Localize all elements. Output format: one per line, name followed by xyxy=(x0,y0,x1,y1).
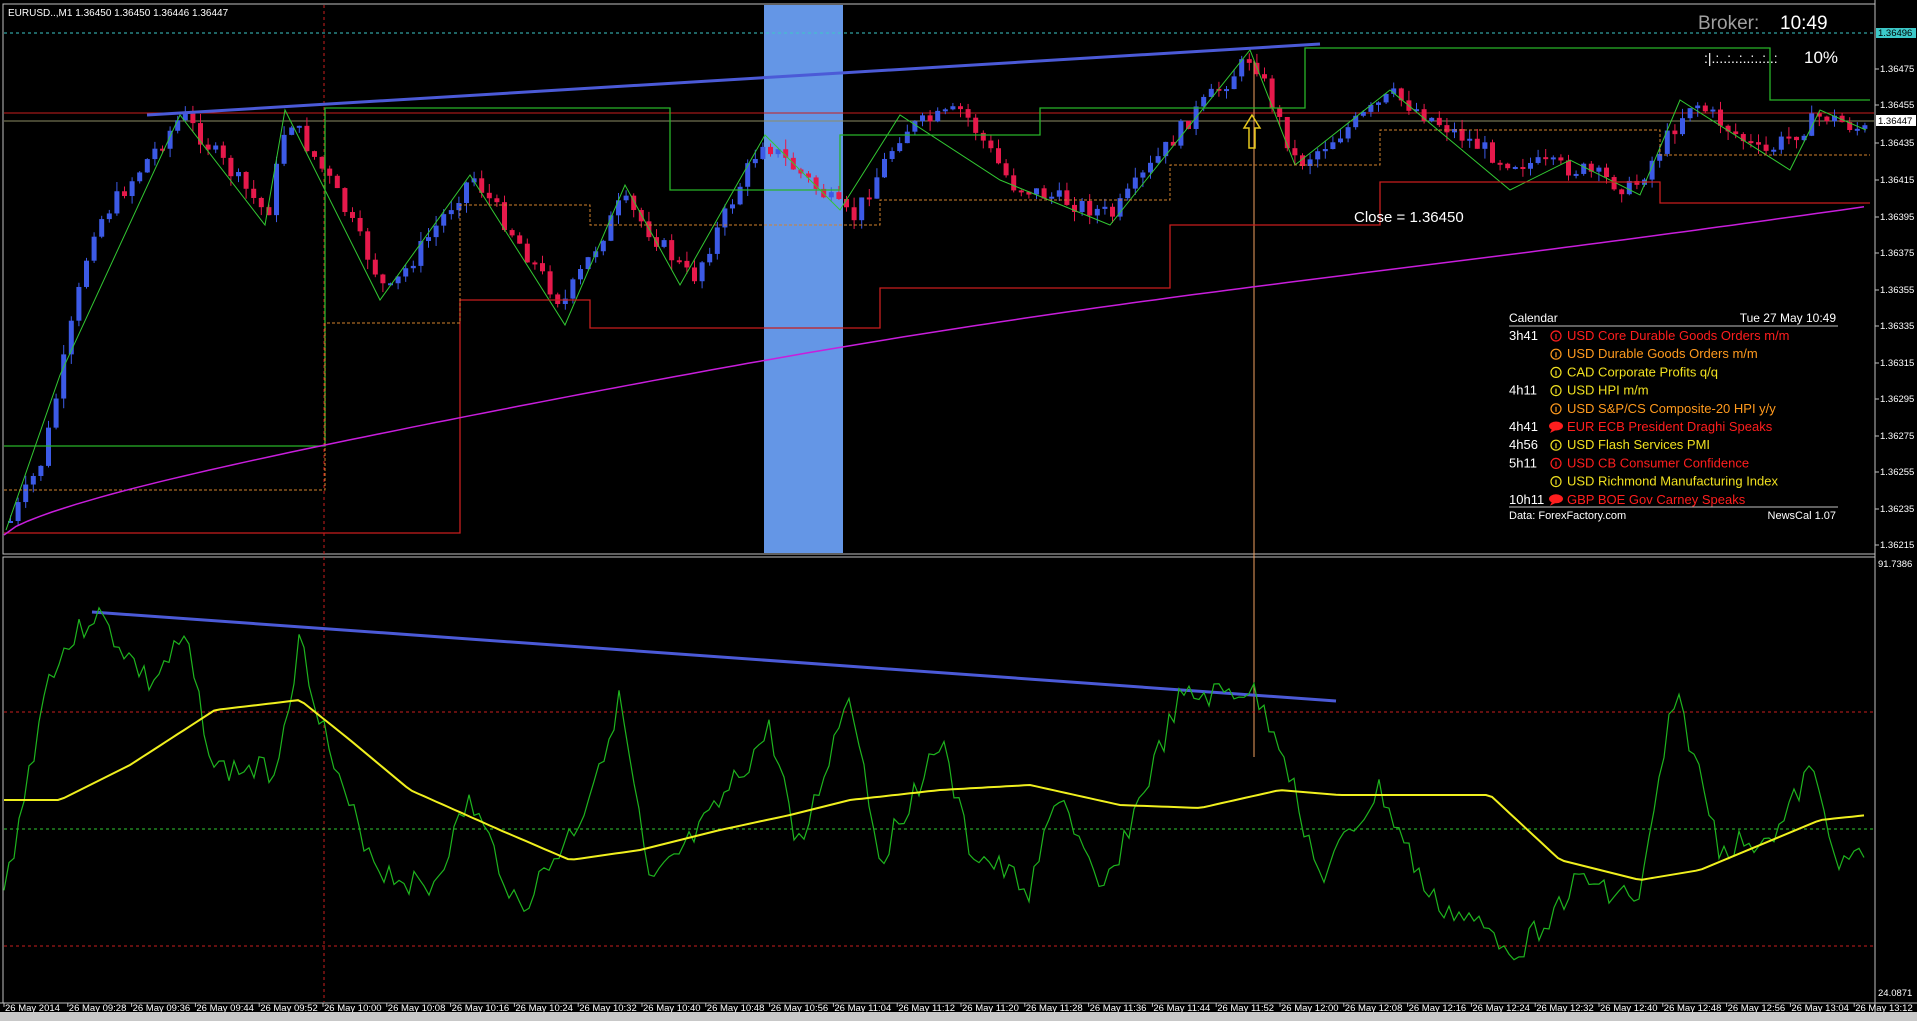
mid-step-line xyxy=(4,129,1870,491)
symbol-header: EURUSD..,M1 1.36450 1.36450 1.36446 1.36… xyxy=(8,8,229,19)
event-text: USD Richmond Manufacturing Index xyxy=(1567,474,1778,489)
calendar-event: USD Richmond Manufacturing Index xyxy=(1550,474,1778,489)
news-calendar: Calendar Tue 27 May 10:49 3h41 USD Core D… xyxy=(1509,311,1838,522)
broker-label: Broker: xyxy=(1698,13,1759,34)
current-price-label: 1.36447 xyxy=(1878,116,1912,127)
oscillator-trendline xyxy=(91,610,1337,703)
price-tick: 1.36215 xyxy=(1880,540,1914,551)
calendar-date: Tue 27 May 10:49 xyxy=(1740,311,1837,325)
session-highlight xyxy=(764,5,843,553)
event-time: 10h11 xyxy=(1509,492,1544,507)
calendar-event: 5h11 USD CB Consumer Confidence xyxy=(1509,455,1749,470)
event-text: GBP BOE Gov Carney Speaks xyxy=(1567,492,1746,507)
price-tick: 1.36355 xyxy=(1880,285,1914,296)
event-text: USD CB Consumer Confidence xyxy=(1567,455,1749,470)
chart-tabs-bar[interactable] xyxy=(0,1012,1917,1021)
price-trendline xyxy=(146,42,1321,117)
price-panel-border xyxy=(2,3,1876,555)
event-text: USD Flash Services PMI xyxy=(1567,437,1710,452)
price-tick: 1.36335 xyxy=(1880,321,1914,332)
up-arrow-icon xyxy=(1242,113,1262,149)
calendar-event: CAD Corporate Profits q/q xyxy=(1550,364,1718,379)
event-text: USD S&P/CS Composite-20 HPI y/y xyxy=(1567,401,1776,416)
price-tick: 1.36295 xyxy=(1880,394,1914,405)
indicator-axis-max: 91.7386 xyxy=(1878,559,1912,570)
event-time: 5h11 xyxy=(1509,455,1537,470)
price-tick: 1.36475 xyxy=(1880,64,1914,75)
event-text: USD Durable Goods Orders m/m xyxy=(1567,346,1758,361)
chart-window[interactable]: EURUSD..,M1 1.36450 1.36450 1.36446 1.36… xyxy=(0,0,1917,1021)
oscillator-group xyxy=(3,606,1865,961)
event-time: 4h41 xyxy=(1509,419,1538,434)
progress-percent: 10% xyxy=(1804,48,1838,67)
top-price-marker-label: 1.36496 xyxy=(1878,28,1912,39)
price-tick: 1.36395 xyxy=(1880,212,1914,223)
price-tick: 1.36415 xyxy=(1880,175,1914,186)
calendar-title: Calendar xyxy=(1509,311,1558,325)
price-tick: 1.36375 xyxy=(1880,248,1914,259)
price-tick: 1.36235 xyxy=(1880,504,1914,515)
speech-icon xyxy=(1549,494,1563,504)
price-axis: 1.36475 1.36455 1.36435 1.36415 1.36395 1.363… xyxy=(1875,64,1914,551)
event-text: USD HPI m/m xyxy=(1567,383,1649,398)
oscillator-line xyxy=(3,606,1865,961)
calendar-event: USD Durable Goods Orders m/m xyxy=(1550,346,1758,361)
calendar-version: NewsCal 1.07 xyxy=(1768,510,1836,522)
calendar-event: 4h56 USD Flash Services PMI xyxy=(1509,437,1710,452)
price-tick: 1.36455 xyxy=(1880,100,1914,111)
price-tick: 1.36315 xyxy=(1880,358,1914,369)
event-time: 4h56 xyxy=(1509,437,1538,452)
calendar-event: 10h11 GBP BOE Gov Carney Speaks xyxy=(1509,492,1746,507)
speech-icon xyxy=(1549,421,1563,431)
event-text: USD Core Durable Goods Orders m/m xyxy=(1567,328,1790,343)
event-time: 4h11 xyxy=(1509,383,1537,398)
calendar-event: 4h11 USD HPI m/m xyxy=(1509,383,1649,398)
event-time: 3h41 xyxy=(1509,328,1538,343)
price-tick: 1.36435 xyxy=(1880,138,1914,149)
signal-line xyxy=(4,699,1865,881)
indicator-panel-border xyxy=(2,556,1876,1004)
close-label: Close = 1.36450 xyxy=(1354,209,1464,226)
indicator-axis-min: 24.0871 xyxy=(1878,988,1912,999)
price-tick: 1.36255 xyxy=(1880,467,1914,478)
calendar-event: USD S&P/CS Composite-20 HPI y/y xyxy=(1550,401,1776,416)
event-text: CAD Corporate Profits q/q xyxy=(1567,364,1718,379)
event-text: EUR ECB President Draghi Speaks xyxy=(1567,419,1773,434)
price-tick: 1.36275 xyxy=(1880,431,1914,442)
calendar-event: 4h41 EUR ECB President Draghi Speaks xyxy=(1509,419,1773,434)
progress-glyphs: :|.:..:..:..:..:..: xyxy=(1704,50,1778,66)
calendar-event: 3h41 USD Core Durable Goods Orders m/m xyxy=(1509,328,1790,343)
calendar-source: Data: ForexFactory.com xyxy=(1509,510,1626,522)
broker-time: 10:49 xyxy=(1780,13,1828,34)
chart-canvas[interactable]: EURUSD..,M1 1.36450 1.36450 1.36446 1.36… xyxy=(0,0,1917,1021)
